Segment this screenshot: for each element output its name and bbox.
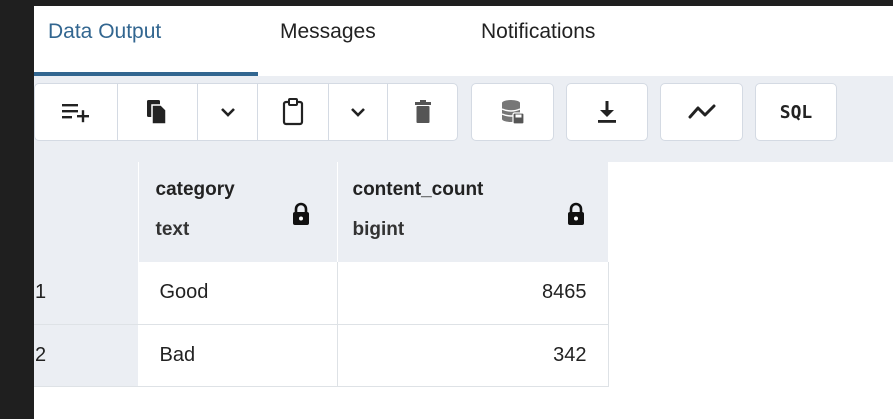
save-data-button[interactable] [472, 84, 553, 140]
sql-icon: SQL [779, 101, 813, 123]
save-data-icon [501, 99, 525, 125]
download-group [566, 83, 648, 141]
column-type: bigint [352, 219, 405, 240]
copy-icon [146, 99, 168, 125]
column-type: text [155, 219, 190, 240]
row-number-label: 2 [35, 343, 47, 366]
row-number[interactable]: 1 [34, 262, 139, 325]
paste-options-dropdown[interactable] [327, 84, 388, 140]
cell-category[interactable]: Good [138, 262, 338, 325]
paste-button[interactable] [256, 84, 328, 140]
table-row[interactable]: 2 Bad 342 [34, 324, 609, 387]
row-number[interactable]: 2 [34, 324, 139, 387]
row-number-header[interactable] [34, 162, 139, 262]
cell-content-count[interactable]: 8465 [337, 262, 609, 325]
tab-data-output[interactable]: Data Output [48, 20, 161, 44]
copy-button[interactable] [116, 84, 198, 140]
column-name: category [155, 179, 235, 200]
column-header-content-count[interactable]: content_count bigint [337, 162, 609, 262]
column-header-category[interactable]: category text [138, 162, 338, 262]
cell-value: 8465 [542, 281, 587, 304]
graph-group [660, 83, 743, 141]
tab-notifications[interactable]: Notifications [481, 20, 595, 44]
graph-visualiser-button[interactable] [661, 84, 742, 140]
cell-value: 342 [553, 343, 587, 366]
result-tabs: Data Output Messages Notifications [34, 6, 893, 77]
delete-icon [414, 100, 432, 124]
view-sql-button[interactable]: SQL [756, 84, 836, 140]
data-toolbar: SQL [34, 76, 893, 162]
result-grid: category text content_count bigint 1 Goo… [34, 162, 609, 387]
column-name: content_count [352, 179, 484, 200]
cell-content-count[interactable]: 342 [337, 324, 609, 387]
grid-header-row: category text content_count bigint [34, 162, 609, 262]
download-icon [597, 100, 617, 124]
row-number-label: 1 [35, 281, 47, 304]
lock-icon [566, 202, 586, 231]
lock-icon [291, 202, 311, 231]
graph-icon [688, 103, 716, 121]
cell-value: Good [159, 281, 209, 304]
tab-messages[interactable]: Messages [280, 20, 376, 44]
sql-group: SQL [755, 83, 837, 141]
save-group [471, 83, 554, 141]
cell-value: Bad [159, 343, 196, 366]
chevron-down-icon [350, 106, 366, 118]
copy-options-dropdown[interactable] [197, 84, 257, 140]
add-row-icon [61, 101, 91, 123]
query-result-panel: Data Output Messages Notifications SQL c… [34, 6, 893, 419]
table-row[interactable]: 1 Good 8465 [34, 262, 609, 325]
add-row-button[interactable] [35, 84, 117, 140]
paste-icon [282, 98, 304, 126]
edit-button-group [34, 83, 458, 141]
download-button[interactable] [567, 84, 647, 140]
chevron-down-icon [220, 106, 236, 118]
cell-category[interactable]: Bad [138, 324, 338, 387]
delete-row-button[interactable] [387, 84, 457, 140]
